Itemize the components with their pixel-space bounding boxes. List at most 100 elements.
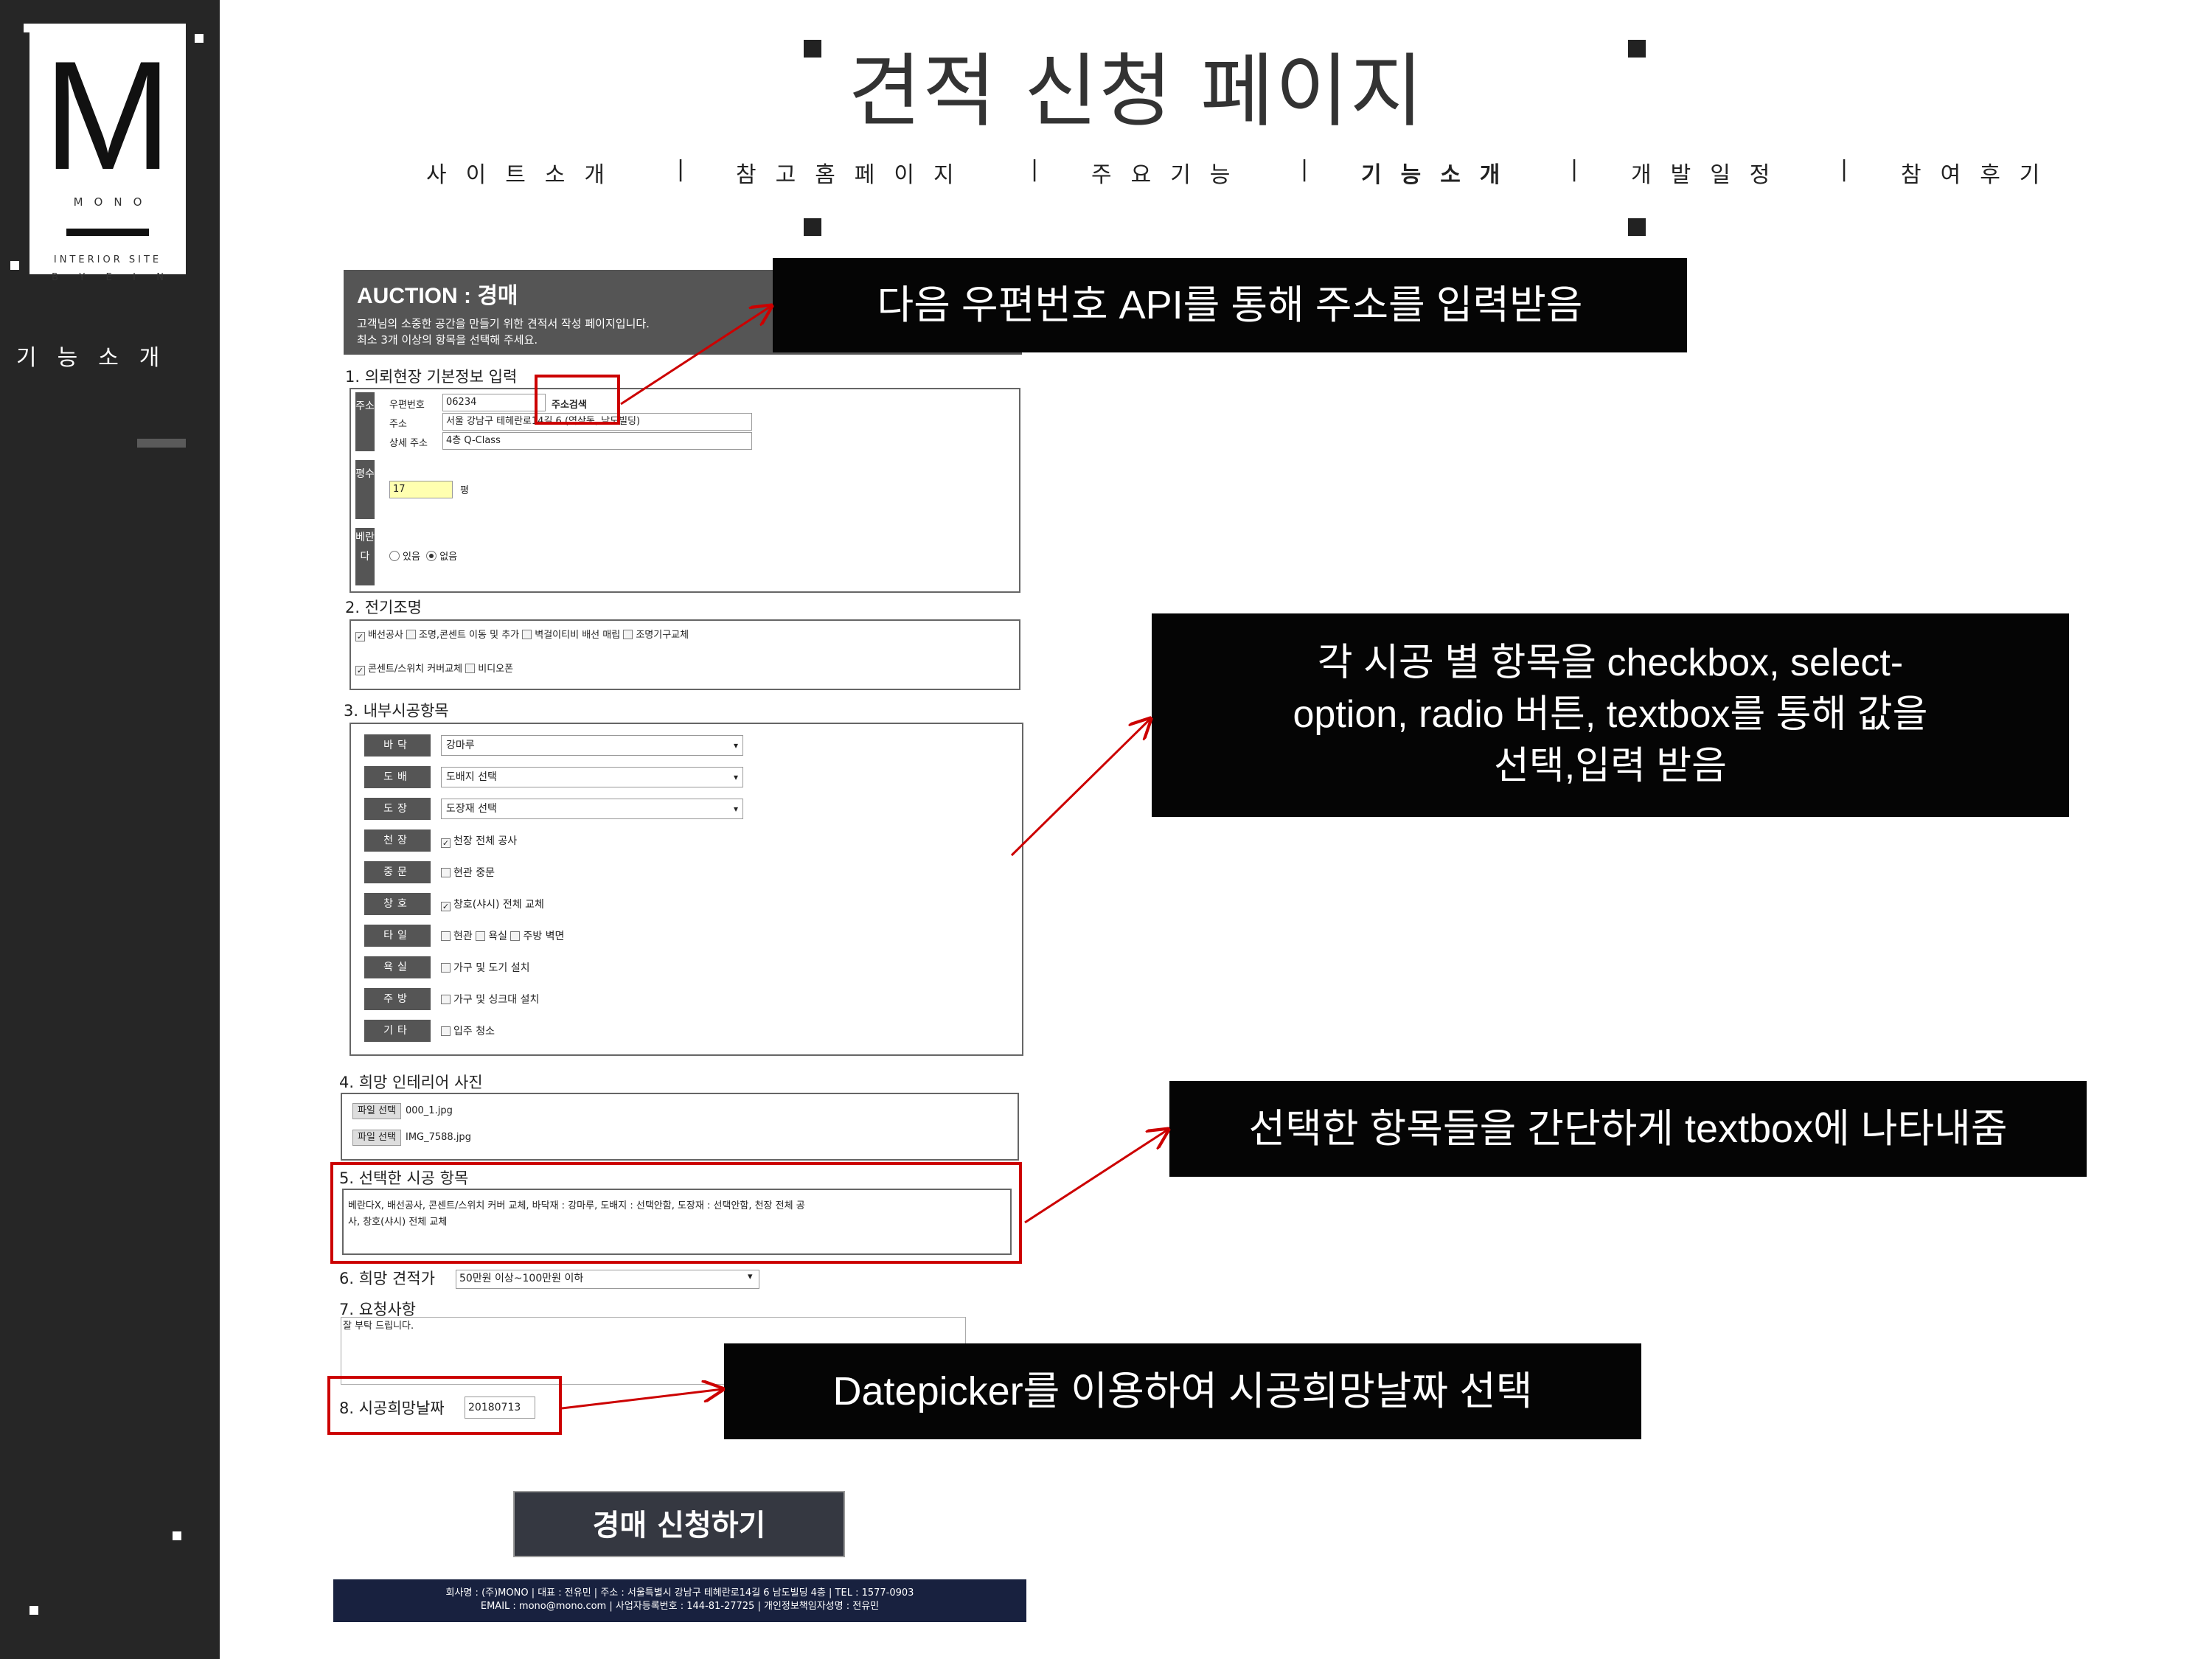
checkbox-icon[interactable] <box>406 630 416 639</box>
file-select-button[interactable]: 파일 선택 <box>352 1130 401 1146</box>
item-row-kitchen: 주방 가구 및 싱크대 설치 <box>364 988 954 1010</box>
checkbox-icon[interactable] <box>441 963 451 973</box>
checkbox-option: ✓ 창호(샤시) 전체 교체 <box>441 897 544 911</box>
item-row-window: 창호 ✓ 창호(샤시) 전체 교체 <box>364 893 954 915</box>
veranda-option: 없음 <box>439 552 458 563</box>
veranda-option: 있음 <box>403 552 420 563</box>
checkbox-label: 현관 중문 <box>453 867 495 879</box>
sidebar-section-label[interactable]: 기능소개 <box>16 339 180 372</box>
item-row-middle-door: 중문 현관 중문 <box>364 861 954 883</box>
checkbox-label: 배선공사 <box>368 630 403 641</box>
highlight-box <box>330 1162 1022 1264</box>
section1-box: 주소 우편번호 06234 주소검색 주소 서울 강남구 테헤란로14길 6 (… <box>349 388 1020 593</box>
checkbox-icon[interactable]: ✓ <box>355 666 365 675</box>
checkbox-icon[interactable] <box>441 1026 451 1036</box>
budget-select[interactable]: 50만원 이상~100만원 이하 <box>456 1270 759 1289</box>
nav-item-features[interactable]: 기능소개 <box>1361 156 1519 189</box>
callout-selected-items: 선택한 항목들을 간단하게 textbox에 나타내줌 <box>1169 1081 2087 1177</box>
item-tag: 바닥 <box>364 734 431 757</box>
checkbox-label: 현관 <box>453 931 473 942</box>
section4-box: 파일 선택 000_1.jpg 파일 선택 IMG_7588.jpg <box>341 1093 1019 1161</box>
item-tag: 주방 <box>364 988 431 1010</box>
checkbox-label: 벽걸이티비 배선 매립 <box>535 630 621 641</box>
checkbox-icon[interactable] <box>476 931 486 941</box>
checkbox-icon[interactable] <box>441 995 451 1004</box>
checkbox-label: 조명,콘센트 이동 및 추가 <box>418 630 520 641</box>
checkbox-icon[interactable]: ✓ <box>355 632 365 641</box>
checkbox-icon[interactable]: ✓ <box>441 902 451 911</box>
nav-separator: | <box>1840 156 1848 182</box>
sidebar-indicator <box>137 439 186 448</box>
item-row-floor: 바닥 강마루 <box>364 734 954 757</box>
auction-title: AUCTION : 경매 <box>357 284 518 308</box>
selection-handle-icon <box>804 40 821 58</box>
nav-separator: | <box>677 156 685 182</box>
checkbox-icon[interactable] <box>441 931 451 941</box>
section3-box: 바닥 강마루 도배 도배지 선택 도장 도장재 선택 천장 ✓천장 전체 공사 … <box>349 723 1023 1056</box>
item-row-tile: 타일 현관 욕실 주방 벽면 <box>364 925 954 947</box>
checkbox-icon[interactable] <box>522 630 532 639</box>
logo-subtitle: INTERIOR SITE <box>53 254 162 265</box>
checkbox-option: 입주 청소 <box>441 1023 495 1038</box>
nav-item-schedule[interactable]: 개발일정 <box>1631 156 1789 189</box>
logo-byline-char: E <box>105 272 112 283</box>
nav-item-site-intro[interactable]: 사이트소개 <box>426 156 624 189</box>
top-nav: 사이트소개 | 참고홈페이지 | 주요기능 | 기능소개 | 개발일정 | 참여… <box>426 156 2152 193</box>
area-unit: 평 <box>460 485 469 496</box>
checkbox-label: 창호(샤시) 전체 교체 <box>453 899 544 911</box>
checkbox-icon[interactable] <box>441 868 451 877</box>
logo-byline-char: Y <box>79 272 86 283</box>
callout-text: 선택,입력 받음 <box>1494 745 1727 787</box>
nav-item-main-features[interactable]: 주요기능 <box>1091 156 1249 189</box>
checkbox-label: 비디오폰 <box>478 664 514 675</box>
callout-text: 다음 우편번호 API를 통해 주소를 입력받음 <box>877 283 1583 327</box>
area-label: 평수 <box>355 460 375 519</box>
logo-byline: B Y E I N <box>52 272 164 283</box>
postcode-label: 우편번호 <box>389 400 425 411</box>
item-tag: 중문 <box>364 861 431 883</box>
paint-select[interactable]: 도장재 선택 <box>441 799 743 819</box>
logo-byline-char: N <box>156 272 164 283</box>
nav-item-reviews[interactable]: 참여후기 <box>1901 156 2059 189</box>
logo-letter: M <box>43 29 173 202</box>
auction-description: 고객님의 소중한 공간을 만들기 위한 견적서 작성 페이지입니다. <box>357 317 650 330</box>
checkbox-option: 가구 및 도기 설치 <box>441 960 530 975</box>
veranda-options: 있음 없음 <box>389 549 457 563</box>
footer: 회사명 : (주)MONO | 대표 : 전유민 | 주소 : 서울특별시 강남… <box>333 1579 1026 1622</box>
radio-button-icon[interactable] <box>389 551 400 561</box>
checkbox-row: ✓ 콘센트/스위치 커버교체 비디오폰 <box>355 661 513 675</box>
detail-address-input[interactable]: 4층 Q-Class <box>442 432 752 450</box>
corner-square-icon <box>173 1531 181 1540</box>
callout-text: option, radio 버튼, textbox를 통해 값을 <box>1293 693 1928 736</box>
item-row-ceiling: 천장 ✓ 천장 전체 공사 <box>364 830 954 852</box>
checkbox-icon[interactable] <box>510 931 521 941</box>
checkbox-option: 현관 욕실 주방 벽면 <box>441 928 564 943</box>
callout-postcode-api: 다음 우편번호 API를 통해 주소를 입력받음 <box>773 258 1687 352</box>
area-input[interactable]: 17 <box>389 481 453 498</box>
item-tag: 도배 <box>364 766 431 788</box>
item-row-bathroom: 욕실 가구 및 도기 설치 <box>364 956 954 978</box>
floor-select[interactable]: 강마루 <box>441 735 743 756</box>
corner-square-icon <box>10 261 19 270</box>
item-row-paint: 도장 도장재 선택 <box>364 798 954 820</box>
section-title: 3. 내부시공항목 <box>344 702 449 720</box>
wallpaper-select[interactable]: 도배지 선택 <box>441 767 743 787</box>
detail-address-label: 상세 주소 <box>389 438 428 449</box>
checkbox-icon[interactable]: ✓ <box>441 838 451 848</box>
logo-byline-char: I <box>133 272 136 283</box>
file-select-button[interactable]: 파일 선택 <box>352 1103 401 1119</box>
callout-text: 각 시공 별 항목을 checkbox, select- <box>1317 641 1904 684</box>
checkbox-icon[interactable] <box>465 664 476 673</box>
submit-auction-button[interactable]: 경매 신청하기 <box>513 1491 845 1557</box>
logo-divider <box>66 229 149 236</box>
nav-item-reference[interactable]: 참고홈페이지 <box>736 156 973 189</box>
request-text: 잘 부탁 드립니다. <box>343 1321 414 1332</box>
logo[interactable]: M MONO INTERIOR SITE B Y E I N <box>29 24 186 283</box>
radio-button-icon[interactable] <box>426 551 437 561</box>
footer-line: 회사명 : (주)MONO | 대표 : 전유민 | 주소 : 서울특별시 강남… <box>445 1587 914 1599</box>
postcode-input[interactable]: 06234 <box>442 394 546 411</box>
checkbox-label: 욕실 <box>488 931 507 942</box>
file-row: 파일 선택 000_1.jpg <box>352 1103 453 1119</box>
checkbox-icon[interactable] <box>623 630 633 639</box>
address-label: 주소 <box>355 392 375 451</box>
